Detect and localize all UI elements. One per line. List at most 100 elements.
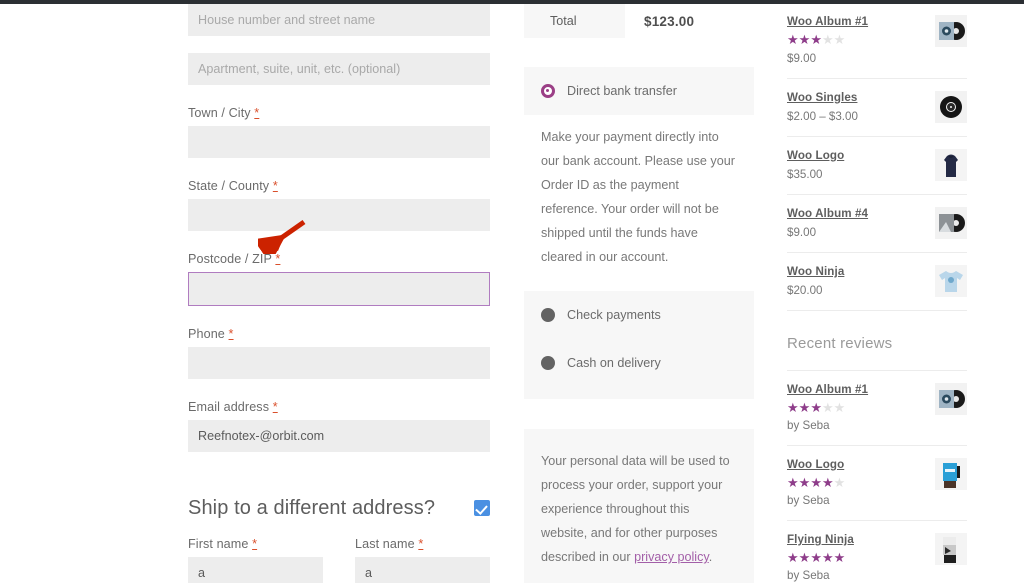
product-info: Woo Logo $35.00	[787, 148, 929, 182]
privacy-text-before: Your personal data will be used to proce…	[541, 454, 730, 564]
review-info: Flying Ninja ★★★★★ by Seba	[787, 532, 929, 583]
star-rating-icon: ★★★★★	[787, 550, 846, 565]
product-info: Woo Album #4 $9.00	[787, 206, 929, 240]
field-postcode-zip: Postcode / ZIP *	[188, 252, 490, 306]
street-address-input[interactable]	[188, 4, 490, 36]
recent-reviews-heading: Recent reviews	[787, 311, 967, 371]
radio-unselected-icon[interactable]	[541, 308, 555, 322]
review-author: by Seba	[787, 569, 830, 582]
field-first-name: First name *	[188, 537, 323, 583]
required-marker: *	[272, 179, 278, 193]
album-icon	[935, 207, 967, 239]
town-city-label-text: Town / City	[188, 106, 251, 120]
product-price: $9.00	[787, 226, 817, 239]
privacy-text-after: .	[708, 550, 713, 564]
privacy-policy-text: Your personal data will be used to proce…	[541, 449, 737, 569]
list-item[interactable]: Woo Album #1 ★★★★★ $9.00	[787, 4, 967, 79]
email-address-input[interactable]	[188, 420, 490, 452]
payment-method-cod[interactable]: Cash on delivery	[524, 339, 754, 387]
review-info: Woo Album #1 ★★★★★ by Seba	[787, 382, 929, 433]
product-link[interactable]: Woo Logo	[787, 149, 929, 163]
phone-input[interactable]	[188, 347, 490, 379]
ship-to-different-address-checkbox[interactable]	[474, 500, 490, 516]
field-phone: Phone *	[188, 327, 490, 379]
phone-label: Phone *	[188, 327, 490, 347]
album-icon	[935, 383, 967, 415]
ship-to-different-address-heading: Ship to a different address?	[188, 497, 436, 519]
order-total-row: Total $123.00	[524, 4, 754, 38]
first-name-label-text: First name	[188, 537, 249, 551]
list-item[interactable]: Woo Singles $2.00 – $3.00	[787, 79, 967, 137]
first-name-label: First name *	[188, 537, 323, 557]
postcode-zip-label: Postcode / ZIP *	[188, 252, 490, 272]
field-town-city: Town / City *	[188, 106, 490, 158]
order-total-value: $123.00	[644, 13, 695, 29]
first-name-input[interactable]	[188, 557, 323, 583]
privacy-and-submit-box: Your personal data will be used to proce…	[524, 429, 754, 583]
product-price: $20.00	[787, 284, 823, 297]
town-city-input[interactable]	[188, 126, 490, 158]
required-marker: *	[418, 537, 424, 551]
review-product-link[interactable]: Flying Ninja	[787, 533, 929, 547]
review-product-link[interactable]: Woo Logo	[787, 458, 929, 472]
shipping-name-row: First name * Last name *	[188, 537, 490, 583]
town-city-label: Town / City *	[188, 106, 490, 126]
order-total-label: Total	[524, 4, 625, 38]
star-rating-icon: ★★★★★	[787, 32, 846, 47]
product-link[interactable]: Woo Ninja	[787, 265, 929, 279]
state-county-input[interactable]	[188, 199, 490, 231]
review-author: by Seba	[787, 419, 830, 432]
postcode-zip-input[interactable]	[188, 272, 490, 306]
tshirt-gray-icon	[935, 533, 967, 565]
payment-method-cheque[interactable]: Check payments	[524, 291, 754, 339]
payment-method-cheque-label: Check payments	[567, 308, 661, 322]
last-name-label-text: Last name	[355, 537, 415, 551]
payment-method-bacs[interactable]: Direct bank transfer	[524, 67, 754, 115]
sidebar: Woo Album #1 ★★★★★ $9.00 Woo Singles $2.…	[787, 4, 967, 583]
list-item[interactable]: Woo Ninja $20.00	[787, 253, 967, 311]
field-last-name: Last name *	[355, 537, 490, 583]
billing-form: Town / City * State / County * Postcode …	[188, 4, 490, 583]
required-marker: *	[272, 400, 278, 414]
review-info: Woo Logo ★★★★★ by Seba	[787, 457, 929, 508]
product-link[interactable]: Woo Album #4	[787, 207, 929, 221]
list-item[interactable]: Flying Ninja ★★★★★ by Seba	[787, 521, 967, 583]
checkout-page: Town / City * State / County * Postcode …	[0, 0, 1024, 583]
hoodie-icon	[935, 149, 967, 181]
address-line-2-input[interactable]	[188, 53, 490, 85]
tshirt-blue-icon	[935, 458, 967, 490]
review-product-link[interactable]: Woo Album #1	[787, 383, 929, 397]
required-marker: *	[252, 537, 258, 551]
review-author: by Seba	[787, 494, 830, 507]
field-street-address	[188, 4, 490, 36]
required-marker: *	[228, 327, 234, 341]
product-price: $9.00	[787, 52, 817, 65]
product-price: $2.00 – $3.00	[787, 110, 858, 123]
phone-label-text: Phone	[188, 327, 225, 341]
required-marker: *	[275, 252, 281, 266]
state-county-label: State / County *	[188, 179, 490, 199]
product-info: Woo Album #1 ★★★★★ $9.00	[787, 14, 929, 66]
list-item[interactable]: Woo Logo ★★★★★ by Seba	[787, 446, 967, 521]
last-name-input[interactable]	[355, 557, 490, 583]
email-address-label: Email address *	[188, 400, 490, 420]
list-item[interactable]: Woo Album #1 ★★★★★ by Seba	[787, 371, 967, 446]
radio-selected-icon[interactable]	[541, 84, 555, 98]
field-address-line-2	[188, 53, 490, 85]
radio-unselected-icon[interactable]	[541, 356, 555, 370]
state-county-label-text: State / County	[188, 179, 270, 193]
field-state-county: State / County *	[188, 179, 490, 231]
payment-methods-box: Direct bank transfer Make your payment d…	[524, 67, 754, 399]
payment-method-cod-label: Cash on delivery	[567, 356, 661, 370]
postcode-zip-label-text: Postcode / ZIP	[188, 252, 272, 266]
ship-to-different-address-row: Ship to a different address?	[188, 496, 490, 520]
tshirt-light-icon	[935, 265, 967, 297]
product-info: Woo Singles $2.00 – $3.00	[787, 90, 929, 124]
payment-method-bacs-label: Direct bank transfer	[567, 84, 677, 98]
product-link[interactable]: Woo Album #1	[787, 15, 929, 29]
list-item[interactable]: Woo Logo $35.00	[787, 137, 967, 195]
privacy-policy-link[interactable]: privacy policy	[634, 550, 709, 564]
order-review-column: Total $123.00 Direct bank transfer Make …	[524, 4, 754, 583]
product-link[interactable]: Woo Singles	[787, 91, 929, 105]
list-item[interactable]: Woo Album #4 $9.00	[787, 195, 967, 253]
